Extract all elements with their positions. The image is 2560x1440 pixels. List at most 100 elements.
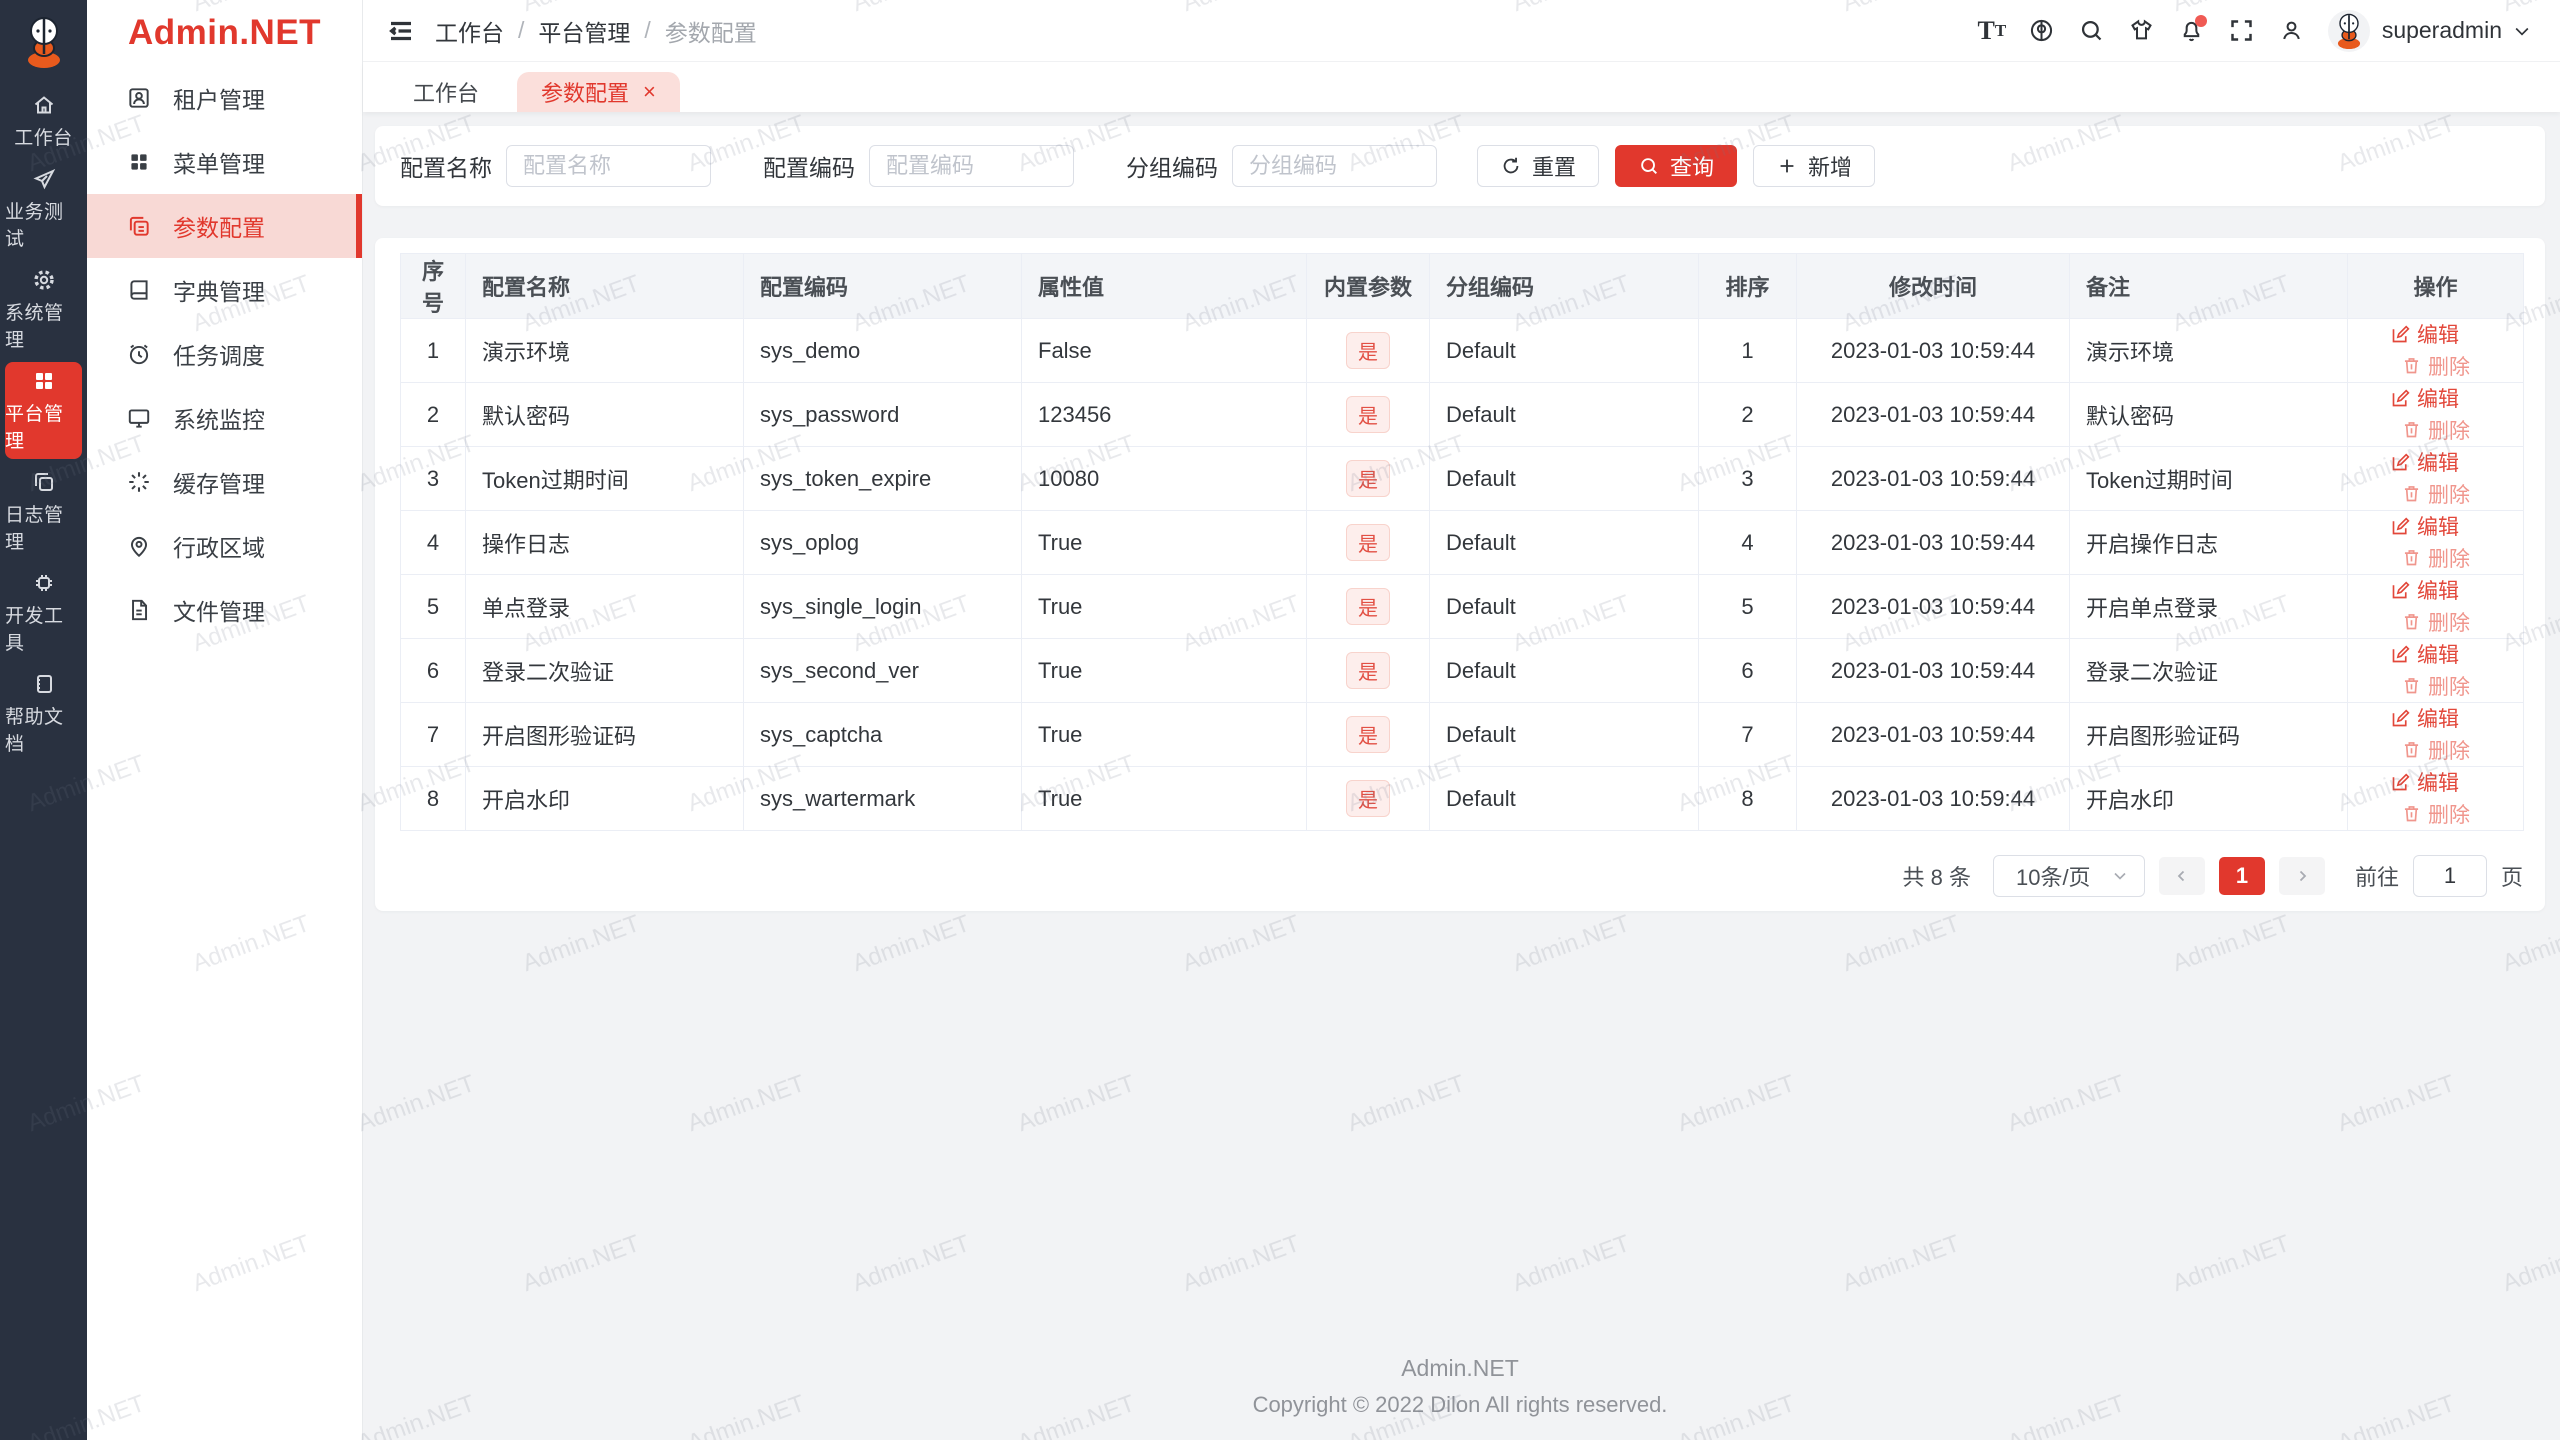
delete-button[interactable]: 删除 — [2401, 351, 2470, 381]
cell-config-name: 演示环境 — [465, 318, 744, 383]
edit-button[interactable]: 编辑 — [2390, 383, 2459, 413]
sidebar-item-cache-mgmt[interactable]: 缓存管理 — [87, 450, 362, 514]
monitor-icon — [125, 404, 153, 432]
person-icon[interactable] — [2270, 9, 2314, 53]
cell-sort: 2 — [1698, 382, 1797, 447]
rail-item-system-mgmt[interactable]: 系统管理 — [5, 261, 82, 358]
col-sort: 排序 — [1698, 253, 1797, 319]
rail-item-dev-tools[interactable]: 开发工具 — [5, 564, 82, 661]
footer-copyright: Copyright © 2022 Dilon All rights reserv… — [1252, 1392, 1668, 1417]
cell-group-code: Default — [1429, 766, 1699, 831]
cell-index: 4 — [400, 510, 466, 575]
pagination-total: 共 8 条 — [1902, 865, 1971, 890]
cell-group-code: Default — [1429, 318, 1699, 383]
bell-icon[interactable] — [2170, 9, 2214, 53]
trash-icon — [2404, 614, 2419, 630]
cell-builtin: 是 — [1306, 382, 1430, 447]
cell-actions: 编辑 删除 — [2347, 318, 2524, 383]
cell-group-code: Default — [1429, 638, 1699, 703]
table-row: 3 Token过期时间 sys_token_expire 10080 是 Default 3… — [400, 446, 2524, 511]
add-button[interactable]: 新增 — [1753, 145, 1876, 187]
page-unit-label: 页 — [2500, 865, 2523, 890]
delete-button[interactable]: 删除 — [2401, 799, 2470, 829]
delete-button[interactable]: 删除 — [2401, 479, 2470, 509]
edit-button[interactable]: 编辑 — [2390, 639, 2459, 669]
rail-item-business-test[interactable]: 业务测试 — [5, 160, 82, 257]
cell-actions: 编辑 删除 — [2347, 574, 2524, 639]
edit-button[interactable]: 编辑 — [2390, 447, 2459, 477]
rail-item-help-docs[interactable]: 帮助文档 — [5, 665, 82, 762]
col-modified-time: 修改时间 — [1796, 253, 2070, 319]
font-size-icon[interactable]: TT — [1970, 9, 2014, 53]
cell-remark: 登录二次验证 — [2069, 638, 2348, 703]
col-attr-value: 属性值 — [1021, 253, 1307, 319]
cell-attr-value: True — [1021, 574, 1307, 639]
language-icon[interactable] — [2020, 9, 2064, 53]
fullscreen-icon[interactable] — [2220, 9, 2264, 53]
sidebar-item-menu-mgmt[interactable]: 菜单管理 — [87, 130, 362, 194]
user-menu[interactable]: superadmin — [2327, 9, 2532, 52]
breadcrumb-platform[interactable]: 平台管理 — [538, 14, 630, 48]
sidebar-item-system-monitor[interactable]: 系统监控 — [87, 386, 362, 450]
dictionary-icon — [125, 276, 153, 304]
avatar — [2327, 9, 2370, 52]
cell-group-code: Default — [1429, 446, 1699, 511]
config-code-input[interactable] — [869, 145, 1074, 187]
sidebar-fold-icon[interactable] — [383, 13, 419, 49]
breadcrumb-separator: / — [644, 17, 651, 43]
cell-config-name: Token过期时间 — [465, 446, 744, 511]
cell-sort: 3 — [1698, 446, 1797, 511]
prev-page-button[interactable] — [2158, 857, 2205, 895]
sidebar-item-tenant-mgmt[interactable]: 租户管理 — [87, 66, 362, 130]
sidebar-item-file-mgmt[interactable]: 文件管理 — [87, 578, 362, 642]
theme-shirt-icon[interactable] — [2120, 9, 2164, 53]
page-number-current[interactable]: 1 — [2218, 857, 2265, 895]
delete-button[interactable]: 删除 — [2401, 735, 2470, 765]
sidebar-item-dictionary-mgmt[interactable]: 字典管理 — [87, 258, 362, 322]
query-button[interactable]: 查询 — [1615, 145, 1738, 187]
reset-button[interactable]: 重置 — [1477, 145, 1600, 187]
tab-workbench[interactable]: 工作台 — [403, 72, 489, 112]
delete-button[interactable]: 删除 — [2401, 671, 2470, 701]
sidebar-item-param-config[interactable]: 参数配置 — [87, 194, 362, 258]
rail-item-workbench[interactable]: 工作台 — [5, 86, 82, 156]
cell-remark: 演示环境 — [2069, 318, 2348, 383]
config-name-input[interactable] — [506, 145, 711, 187]
delete-button[interactable]: 删除 — [2401, 415, 2470, 445]
table-row: 5 单点登录 sys_single_login True 是 Default 5 2023-0… — [400, 574, 2524, 639]
edit-button[interactable]: 编辑 — [2390, 575, 2459, 605]
group-code-input[interactable] — [1232, 145, 1437, 187]
builtin-yes-tag: 是 — [1346, 396, 1390, 433]
cell-config-name: 操作日志 — [465, 510, 744, 575]
tab-label: 参数配置 — [541, 81, 630, 106]
breadcrumb-workbench[interactable]: 工作台 — [435, 14, 504, 48]
menu-grid-icon — [125, 148, 153, 176]
rail-item-platform-mgmt[interactable]: 平台管理 — [5, 362, 82, 459]
edit-button[interactable]: 编辑 — [2390, 511, 2459, 541]
breadcrumb-separator: / — [518, 17, 525, 43]
tab-close-icon[interactable]: × — [643, 79, 656, 105]
edit-button[interactable]: 编辑 — [2390, 319, 2459, 349]
sidebar-item-label: 字典管理 — [173, 279, 265, 305]
cache-icon — [125, 468, 153, 496]
search-icon[interactable] — [2070, 9, 2114, 53]
topbar: 工作台 / 平台管理 / 参数配置 TT superadmin — [363, 0, 2560, 62]
goto-page-input[interactable] — [2412, 855, 2487, 897]
edit-button[interactable]: 编辑 — [2390, 703, 2459, 733]
cell-index: 3 — [400, 446, 466, 511]
cell-builtin: 是 — [1306, 638, 1430, 703]
edit-button[interactable]: 编辑 — [2390, 767, 2459, 797]
sidebar-item-admin-region[interactable]: 行政区域 — [87, 514, 362, 578]
page-size-select[interactable]: 10条/页 — [1992, 855, 2145, 897]
builtin-yes-tag: 是 — [1346, 524, 1390, 561]
edit-icon — [2392, 516, 2410, 534]
app-logo-mascot[interactable] — [0, 0, 87, 84]
next-page-button[interactable] — [2278, 857, 2325, 895]
delete-button[interactable]: 删除 — [2401, 607, 2470, 637]
delete-button[interactable]: 删除 — [2401, 543, 2470, 573]
tab-param-config[interactable]: 参数配置 × — [517, 72, 680, 112]
rail-item-log-mgmt[interactable]: 日志管理 — [5, 463, 82, 560]
cell-config-name: 登录二次验证 — [465, 638, 744, 703]
trash-icon — [2404, 678, 2419, 694]
sidebar-item-task-schedule[interactable]: 任务调度 — [87, 322, 362, 386]
